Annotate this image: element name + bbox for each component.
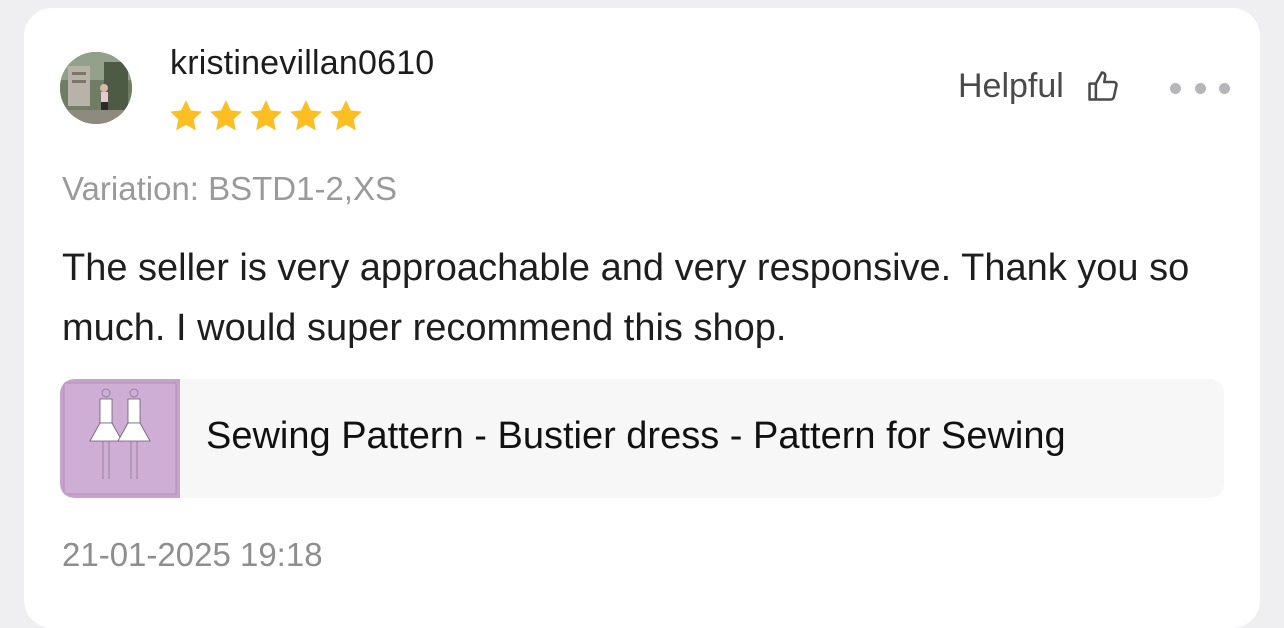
product-thumbnail-icon bbox=[60, 379, 180, 498]
helpful-label: Helpful bbox=[958, 66, 1064, 105]
review-timestamp: 21-01-2025 19:18 bbox=[62, 536, 323, 573]
variation-label: Variation: BSTD1-2,XS bbox=[62, 170, 398, 207]
star-icon bbox=[210, 100, 242, 131]
more-dot bbox=[1170, 82, 1181, 94]
star-icon bbox=[290, 100, 322, 131]
star-icon bbox=[170, 100, 202, 131]
reviewer-username: kristinevillan0610 bbox=[170, 44, 435, 82]
user-avatar[interactable] bbox=[60, 52, 132, 124]
product-link[interactable]: Sewing Pattern - Bustier dress - Pattern… bbox=[60, 379, 1224, 498]
star-icon bbox=[250, 100, 282, 131]
star-icon bbox=[330, 100, 362, 131]
product-thumbnail bbox=[60, 379, 180, 498]
avatar-photo-icon bbox=[60, 52, 132, 124]
more-dot bbox=[1194, 82, 1206, 94]
star-rating bbox=[166, 96, 366, 136]
product-title: Sewing Pattern - Bustier dress - Pattern… bbox=[206, 415, 1066, 457]
thumbs-up-icon bbox=[1088, 71, 1118, 101]
more-dot bbox=[1219, 82, 1230, 94]
review-text: The seller is very approachable and very… bbox=[62, 247, 1190, 349]
more-options-button[interactable] bbox=[1170, 74, 1230, 102]
helpful-button[interactable]: Helpful bbox=[958, 66, 1122, 106]
